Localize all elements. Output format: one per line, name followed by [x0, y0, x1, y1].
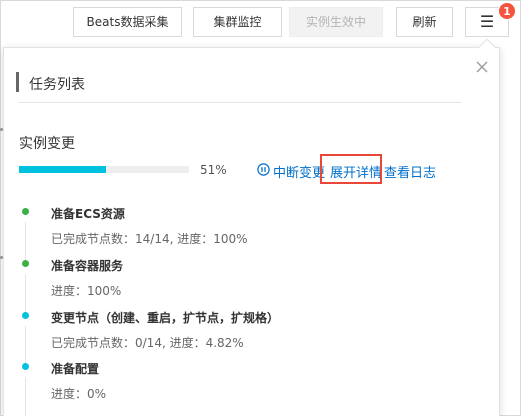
- progress-fill: [19, 166, 106, 173]
- step-title: 准备ECS资源: [51, 207, 125, 221]
- timeline-connector: [25, 377, 26, 416]
- timeline-connector: [25, 274, 26, 315]
- cluster-monitor-button[interactable]: 集群监控: [193, 7, 282, 37]
- progress-bar: [19, 166, 189, 173]
- timeline-connector: [25, 222, 26, 263]
- pause-circle-icon[interactable]: [257, 163, 270, 176]
- step-status-dot-done: [22, 260, 29, 267]
- step-status-dot-done: [22, 208, 29, 215]
- beats-collection-button[interactable]: Beats数据采集: [73, 7, 182, 37]
- step-title: 变更节点（创建、重启，扩节点，扩规格）: [51, 311, 280, 325]
- expand-details-highlight: [320, 154, 382, 184]
- step-detail: 已完成节点数：14/14, 进度：100%: [51, 232, 248, 246]
- close-icon[interactable]: [475, 60, 489, 74]
- menu-icon: ☰: [479, 12, 495, 31]
- pause-change-link[interactable]: 中断变更: [273, 162, 325, 181]
- section-title: 实例变更: [19, 136, 75, 152]
- step-detail: 已完成节点数：0/14, 进度：4.82%: [51, 336, 244, 350]
- instance-effective-button: 实例生效中: [289, 7, 383, 37]
- step-detail: 进度：100%: [51, 284, 122, 298]
- title-accent-bar: [16, 72, 19, 92]
- step-title: 准备配置: [51, 362, 100, 376]
- title-divider: [18, 102, 461, 103]
- step-status-dot-active: [22, 363, 29, 370]
- progress-percent: 51%: [200, 163, 227, 177]
- refresh-button[interactable]: 刷新: [396, 7, 453, 37]
- step-status-dot-active: [22, 312, 29, 319]
- notification-badge: 1: [498, 2, 516, 20]
- panel-title: 任务列表: [29, 77, 85, 93]
- view-logs-link[interactable]: 查看日志: [384, 162, 436, 181]
- timeline-connector: [25, 326, 26, 366]
- step-title: 准备容器服务: [51, 259, 124, 273]
- step-detail: 进度：0%: [51, 387, 107, 401]
